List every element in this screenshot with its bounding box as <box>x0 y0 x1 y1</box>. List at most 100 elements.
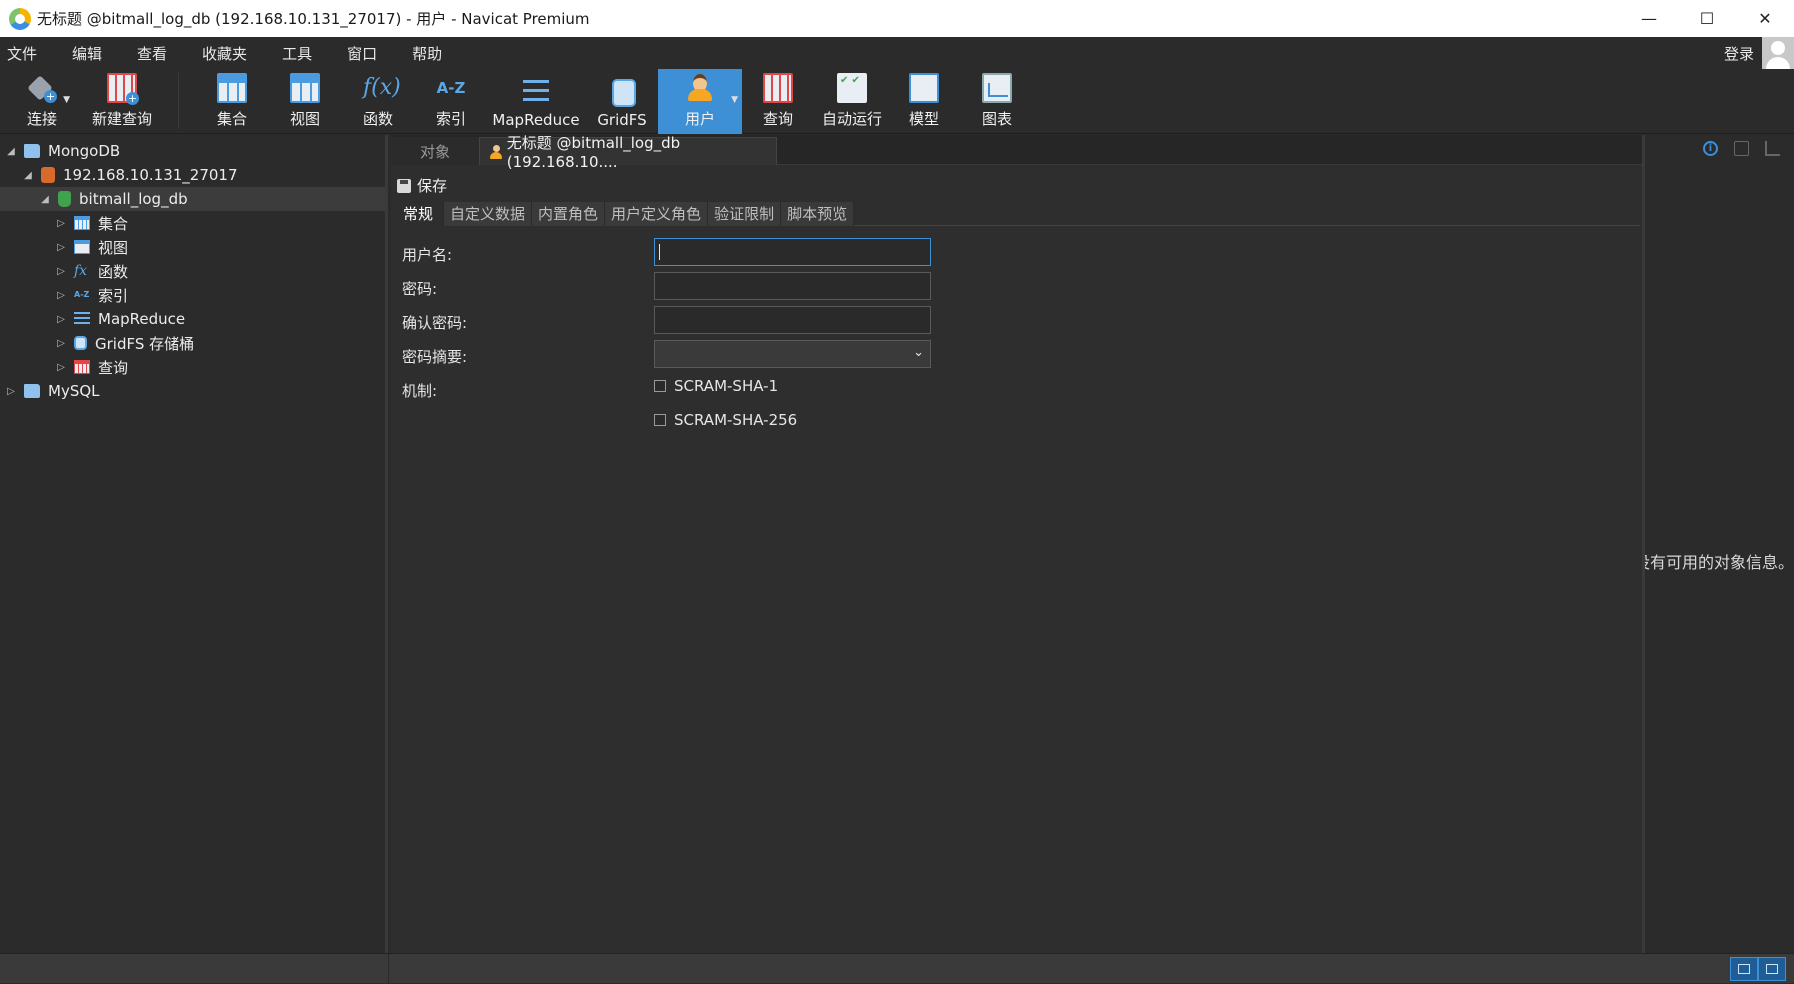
gridfs-button[interactable]: GridFS <box>590 69 654 134</box>
tree-item-indexes[interactable]: ▷ A-Z 索引 <box>56 283 128 307</box>
tree-item-label: 函数 <box>98 262 129 281</box>
function-fx-icon: fx <box>74 263 88 279</box>
gridfs-label: GridFS <box>597 111 647 129</box>
chart-icon <box>982 73 1012 103</box>
save-icon <box>397 178 411 193</box>
checkbox-box[interactable] <box>654 380 666 392</box>
tree-item-functions[interactable]: ▷ fx 函数 <box>56 259 128 283</box>
collection-button[interactable]: 集合 <box>200 69 264 134</box>
tree-item-gridfs[interactable]: ▷ GridFS 存储桶 <box>56 331 194 355</box>
tab-new-user[interactable]: 无标题 @bitmall_log_db (192.168.10.... <box>479 134 777 171</box>
login-link[interactable]: 登录 <box>1724 43 1754 64</box>
index-button[interactable]: A-Z 索引 <box>419 69 483 134</box>
tree-item-mongodb[interactable]: ◢ MongoDB <box>6 139 120 163</box>
tree-item-label: GridFS 存储桶 <box>95 334 195 353</box>
mongodb-server-icon <box>41 167 55 183</box>
mapreduce-icon <box>521 76 551 106</box>
scram-sha-1-checkbox[interactable]: SCRAM-SHA-1 <box>654 377 778 395</box>
menu-bar: 文件 编辑 查看 收藏夹 工具 窗口 帮助 登录 <box>0 37 1794 69</box>
model-button[interactable]: 模型 <box>892 69 956 134</box>
chevron-down-icon[interactable]: ▼ <box>63 95 70 105</box>
tab-custom-data[interactable]: 自定义数据 <box>444 202 533 226</box>
collapsed-triangle-icon[interactable]: ▷ <box>56 218 66 229</box>
gridfs-bucket-icon <box>74 336 87 350</box>
tree-item-collections[interactable]: ▷ 集合 <box>56 211 128 235</box>
tree-item-views[interactable]: ▷ 视图 <box>56 235 128 259</box>
toggle-left-panel-button[interactable] <box>1730 957 1758 981</box>
dependency-tree-icon[interactable] <box>1765 141 1780 156</box>
tab-auth-restrictions[interactable]: 验证限制 <box>708 202 782 226</box>
password-input[interactable] <box>654 272 931 300</box>
menu-file[interactable]: 文件 <box>0 43 53 64</box>
tree-item-label: MySQL <box>48 382 100 400</box>
minimize-button[interactable]: — <box>1620 0 1678 37</box>
new-query-button[interactable]: 新建查询 <box>84 69 160 134</box>
collapsed-triangle-icon[interactable]: ▷ <box>56 314 66 325</box>
menu-edit[interactable]: 编辑 <box>65 43 118 64</box>
chart-button[interactable]: 图表 <box>965 69 1029 134</box>
password-digest-select[interactable]: ⌄ <box>654 340 931 368</box>
user-avatar-icon[interactable] <box>1762 37 1794 69</box>
maximize-button[interactable]: ☐ <box>1678 0 1736 37</box>
function-fx-icon: f(x) <box>363 75 401 100</box>
view-button[interactable]: 视图 <box>273 69 337 134</box>
tree-item-mapreduce[interactable]: ▷ MapReduce <box>56 307 185 331</box>
automation-checklist-icon <box>837 73 867 103</box>
confirm-password-input[interactable] <box>654 306 931 334</box>
tab-script-preview[interactable]: 脚本预览 <box>781 202 855 226</box>
view-label: 视图 <box>289 110 320 128</box>
info-icon[interactable]: i <box>1703 141 1718 156</box>
checkbox-box[interactable] <box>654 414 666 426</box>
chevron-down-icon: ⌄ <box>913 345 924 360</box>
collection-grid-icon <box>217 73 247 103</box>
tree-item-label: bitmall_log_db <box>79 190 188 208</box>
gridfs-bucket-icon <box>607 76 637 107</box>
user-button[interactable]: 用户 ▼ <box>658 69 742 134</box>
automation-button[interactable]: 自动运行 <box>814 69 890 134</box>
checkbox-label: SCRAM-SHA-256 <box>674 411 798 429</box>
menu-favorites[interactable]: 收藏夹 <box>195 43 263 64</box>
scram-sha-256-checkbox[interactable]: SCRAM-SHA-256 <box>654 411 797 429</box>
menu-help[interactable]: 帮助 <box>405 43 458 64</box>
chevron-down-icon[interactable]: ▼ <box>731 95 738 105</box>
tab-general[interactable]: 常规 <box>393 202 445 226</box>
collapsed-triangle-icon[interactable]: ▷ <box>56 242 66 253</box>
tree-item-mysql[interactable]: ▷ MySQL <box>6 379 100 403</box>
username-input[interactable] <box>654 238 931 266</box>
tab-objects[interactable]: 对象 <box>391 137 479 165</box>
close-button[interactable]: ✕ <box>1736 0 1794 37</box>
menu-tools[interactable]: 工具 <box>275 43 328 64</box>
query-button[interactable]: 查询 <box>746 69 810 134</box>
tree-item-server[interactable]: ◢ 192.168.10.131_27017 <box>23 163 237 187</box>
tab-label: 无标题 @bitmall_log_db (192.168.10.... <box>506 134 681 171</box>
toggle-right-panel-button[interactable] <box>1758 957 1786 981</box>
function-button[interactable]: f(x) 函数 <box>346 69 410 134</box>
menu-window[interactable]: 窗口 <box>340 43 393 64</box>
ddl-icon[interactable] <box>1734 141 1749 156</box>
expanded-triangle-icon[interactable]: ◢ <box>23 170 33 181</box>
save-button[interactable]: 保存 <box>397 175 447 196</box>
status-bar <box>0 953 1794 984</box>
tab-user-defined-roles[interactable]: 用户定义角色 <box>605 202 709 226</box>
tree-item-label: 查询 <box>98 358 129 377</box>
save-label: 保存 <box>417 177 448 195</box>
mapreduce-button[interactable]: MapReduce <box>489 69 583 134</box>
mapreduce-icon <box>74 312 90 326</box>
collapsed-triangle-icon[interactable]: ▷ <box>6 386 16 397</box>
connect-button[interactable]: 连接 ▼ <box>10 69 74 134</box>
new-query-icon <box>107 73 139 105</box>
collapsed-triangle-icon[interactable]: ▷ <box>56 266 66 277</box>
tab-builtin-roles[interactable]: 内置角色 <box>532 202 606 226</box>
menu-view[interactable]: 查看 <box>130 43 183 64</box>
window-controls: — ☐ ✕ <box>1620 0 1794 37</box>
collapsed-triangle-icon[interactable]: ▷ <box>56 362 66 373</box>
toolbar-divider <box>178 73 179 129</box>
collapsed-triangle-icon[interactable]: ▷ <box>56 290 66 301</box>
query-icon <box>763 73 793 103</box>
expanded-triangle-icon[interactable]: ◢ <box>40 194 50 205</box>
tree-item-queries[interactable]: ▷ 查询 <box>56 355 128 379</box>
expanded-triangle-icon[interactable]: ◢ <box>6 146 16 157</box>
main-toolbar: 连接 ▼ 新建查询 集合 视图 f(x) 函数 A-Z 索引 MapReduce… <box>0 69 1794 134</box>
collapsed-triangle-icon[interactable]: ▷ <box>56 338 66 349</box>
tree-item-database[interactable]: ◢ bitmall_log_db <box>0 187 385 211</box>
